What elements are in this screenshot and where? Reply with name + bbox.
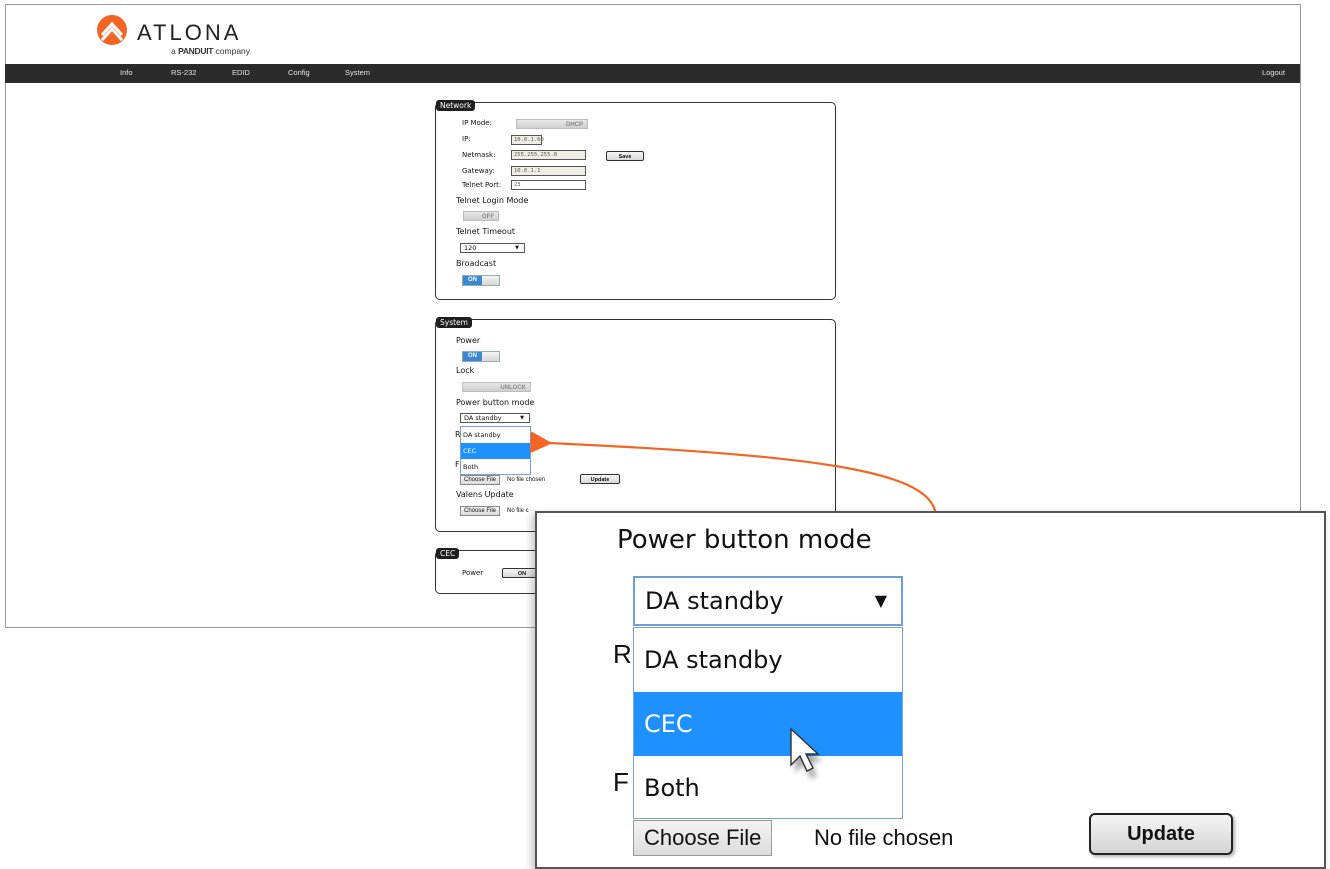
cec-power-label: Power [462,569,484,577]
ip-mode-label: IP Mode: [462,119,492,127]
telnet-timeout-value: 120 [464,244,477,252]
toggle-knob [482,276,499,285]
zoom-partial-f: F [613,767,629,797]
valens-update-label: Valens Update [456,490,514,499]
no-file-text: No file chosen [507,477,546,483]
telnet-login-label: Telnet Login Mode [456,196,529,205]
lock-toggle[interactable]: UNLOCK [462,382,531,392]
power-on-label: ON [463,352,482,361]
telnet-port-label: Telnet Port: [462,181,502,189]
zoom-option-both[interactable]: Both [634,756,902,820]
brand-subtitle: a PANDUIT company [171,46,250,56]
nav-system[interactable]: System [345,68,370,77]
toggle-knob [482,352,499,361]
power-button-mode-label: Power button mode [456,398,535,407]
valens-choose-file-button[interactable]: Choose File [460,506,501,516]
dropdown-option-da-standby[interactable]: DA standby [461,427,530,443]
system-title: System [436,317,472,328]
brand-sub-brand: PANDUIT [178,46,214,56]
zoom-no-file-text: No file chosen [814,825,954,850]
chevron-down-icon: ▼ [515,245,519,251]
update-button[interactable]: Update [580,474,620,484]
ip-mode-toggle[interactable]: DHCP [516,119,588,129]
chevron-down-icon: ▼ [520,415,524,421]
zoom-update-button[interactable]: Update [1089,813,1233,855]
nav-logout[interactable]: Logout [1262,68,1285,77]
atlona-logo-icon [97,15,127,45]
ip-field[interactable]: 10.0.1.60 [511,135,544,145]
dropdown-option-both[interactable]: Both [461,459,530,475]
save-button[interactable]: Save [606,151,644,161]
telnet-login-toggle[interactable]: OFF [463,211,499,221]
telnet-timeout-select[interactable]: 120 ▼ [460,243,525,253]
brand-sub-suffix: company [215,46,251,56]
zoom-select-value: DA standby [645,587,784,615]
zoom-option-cec[interactable]: CEC [634,692,902,756]
mouse-cursor-icon [790,727,822,779]
nav-config[interactable]: Config [288,68,310,77]
telnet-timeout-label: Telnet Timeout [456,227,516,236]
choose-file-button[interactable]: Choose File [460,475,501,485]
broadcast-on-label: ON [463,276,482,285]
ip-label: IP: [462,135,471,143]
zoom-option-da-standby[interactable]: DA standby [634,628,902,692]
lock-label: Lock [456,366,475,375]
zoom-choose-file-button[interactable]: Choose File [633,820,773,856]
zoom-power-button-mode-label: Power button mode [617,525,872,555]
atlona-logo: ATLONA a PANDUIT company [95,10,295,56]
nav-info[interactable]: Info [120,68,133,77]
dropdown-option-cec[interactable]: CEC [461,443,530,459]
power-toggle[interactable]: ON [462,351,500,362]
zoom-partial-r: R [613,639,632,669]
power-button-mode-dropdown: DA standby CEC Both [460,426,531,475]
telnet-port-field[interactable]: 23 [511,180,586,190]
power-label: Power [456,336,481,345]
gateway-label: Gateway: [462,167,495,175]
zoom-inset: Power button mode DA standby ▼ R F DA st… [535,511,1326,869]
power-button-mode-select[interactable]: DA standby ▼ [460,413,530,423]
network-title: Network [436,100,476,111]
chevron-down-icon: ▼ [874,591,887,610]
cec-title: CEC [436,548,460,559]
broadcast-label: Broadcast [456,259,497,268]
valens-no-file-text: No file c [507,508,529,514]
nav-edid[interactable]: EDID [232,68,250,77]
broadcast-toggle[interactable]: ON [462,275,500,286]
zoom-power-button-mode-select[interactable]: DA standby ▼ [633,576,903,626]
power-button-mode-value: DA standby [464,414,502,422]
gateway-field[interactable]: 10.0.1.1 [511,166,586,176]
brand-name: ATLONA [137,20,242,45]
zoom-dropdown-list: DA standby CEC Both [633,627,903,819]
nav-rs232[interactable]: RS-232 [171,68,196,77]
brand-sub-prefix: a [171,46,176,56]
top-navbar: Info RS-232 EDID Config System Logout [5,64,1300,83]
netmask-field[interactable]: 255.255.255.0 [511,150,586,160]
partial-label-f: F [455,460,460,469]
netmask-label: Netmask: [462,151,496,159]
